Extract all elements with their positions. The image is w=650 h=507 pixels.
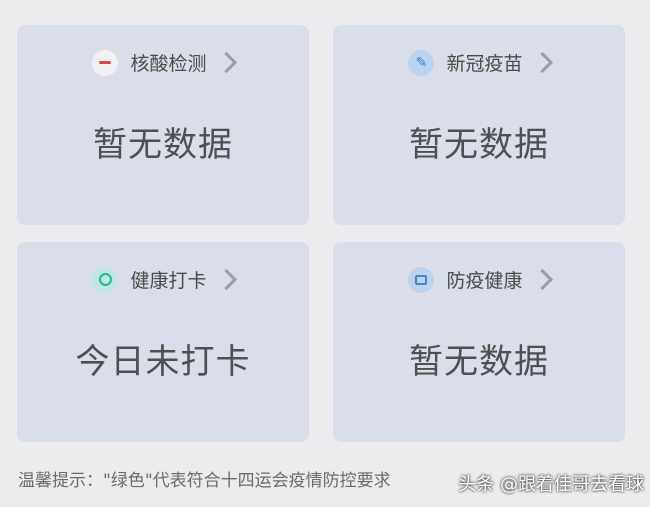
medical-kit-icon (408, 266, 435, 293)
chevron-right-icon (531, 51, 553, 74)
card-header[interactable]: 防疫健康 (333, 266, 625, 293)
card-nucleic-acid-test[interactable]: 核酸检测 暂无数据 (17, 25, 309, 225)
card-header[interactable]: ✎ 新冠疫苗 (333, 49, 625, 76)
card-health-check-in[interactable]: 健康打卡 今日未打卡 (17, 242, 309, 442)
card-value: 暂无数据 (93, 125, 233, 165)
chevron-right-icon (215, 268, 237, 291)
card-title: 核酸检测 (130, 53, 207, 75)
card-title: 新冠疫苗 (446, 53, 523, 75)
card-title: 健康打卡 (130, 270, 207, 292)
card-epidemic-health[interactable]: 防疫健康 暂无数据 (333, 242, 625, 442)
card-value: 暂无数据 (409, 125, 549, 165)
chevron-right-icon (531, 268, 553, 291)
syringe-icon: ✎ (408, 49, 435, 76)
minus-icon (92, 49, 119, 76)
watermark: 头条 @跟着佳哥去看球 (458, 474, 644, 495)
card-covid-vaccine[interactable]: ✎ 新冠疫苗 暂无数据 (333, 25, 625, 225)
tip-text: 温馨提示："绿色"代表符合十四运会疫情防控要求 (18, 471, 391, 491)
health-check-icon (92, 266, 119, 293)
chevron-right-icon (215, 51, 237, 74)
card-title: 防疫健康 (446, 270, 523, 292)
card-value: 今日未打卡 (75, 342, 251, 382)
card-value: 暂无数据 (409, 342, 549, 382)
card-header[interactable]: 健康打卡 (17, 266, 309, 293)
card-header[interactable]: 核酸检测 (17, 49, 309, 76)
